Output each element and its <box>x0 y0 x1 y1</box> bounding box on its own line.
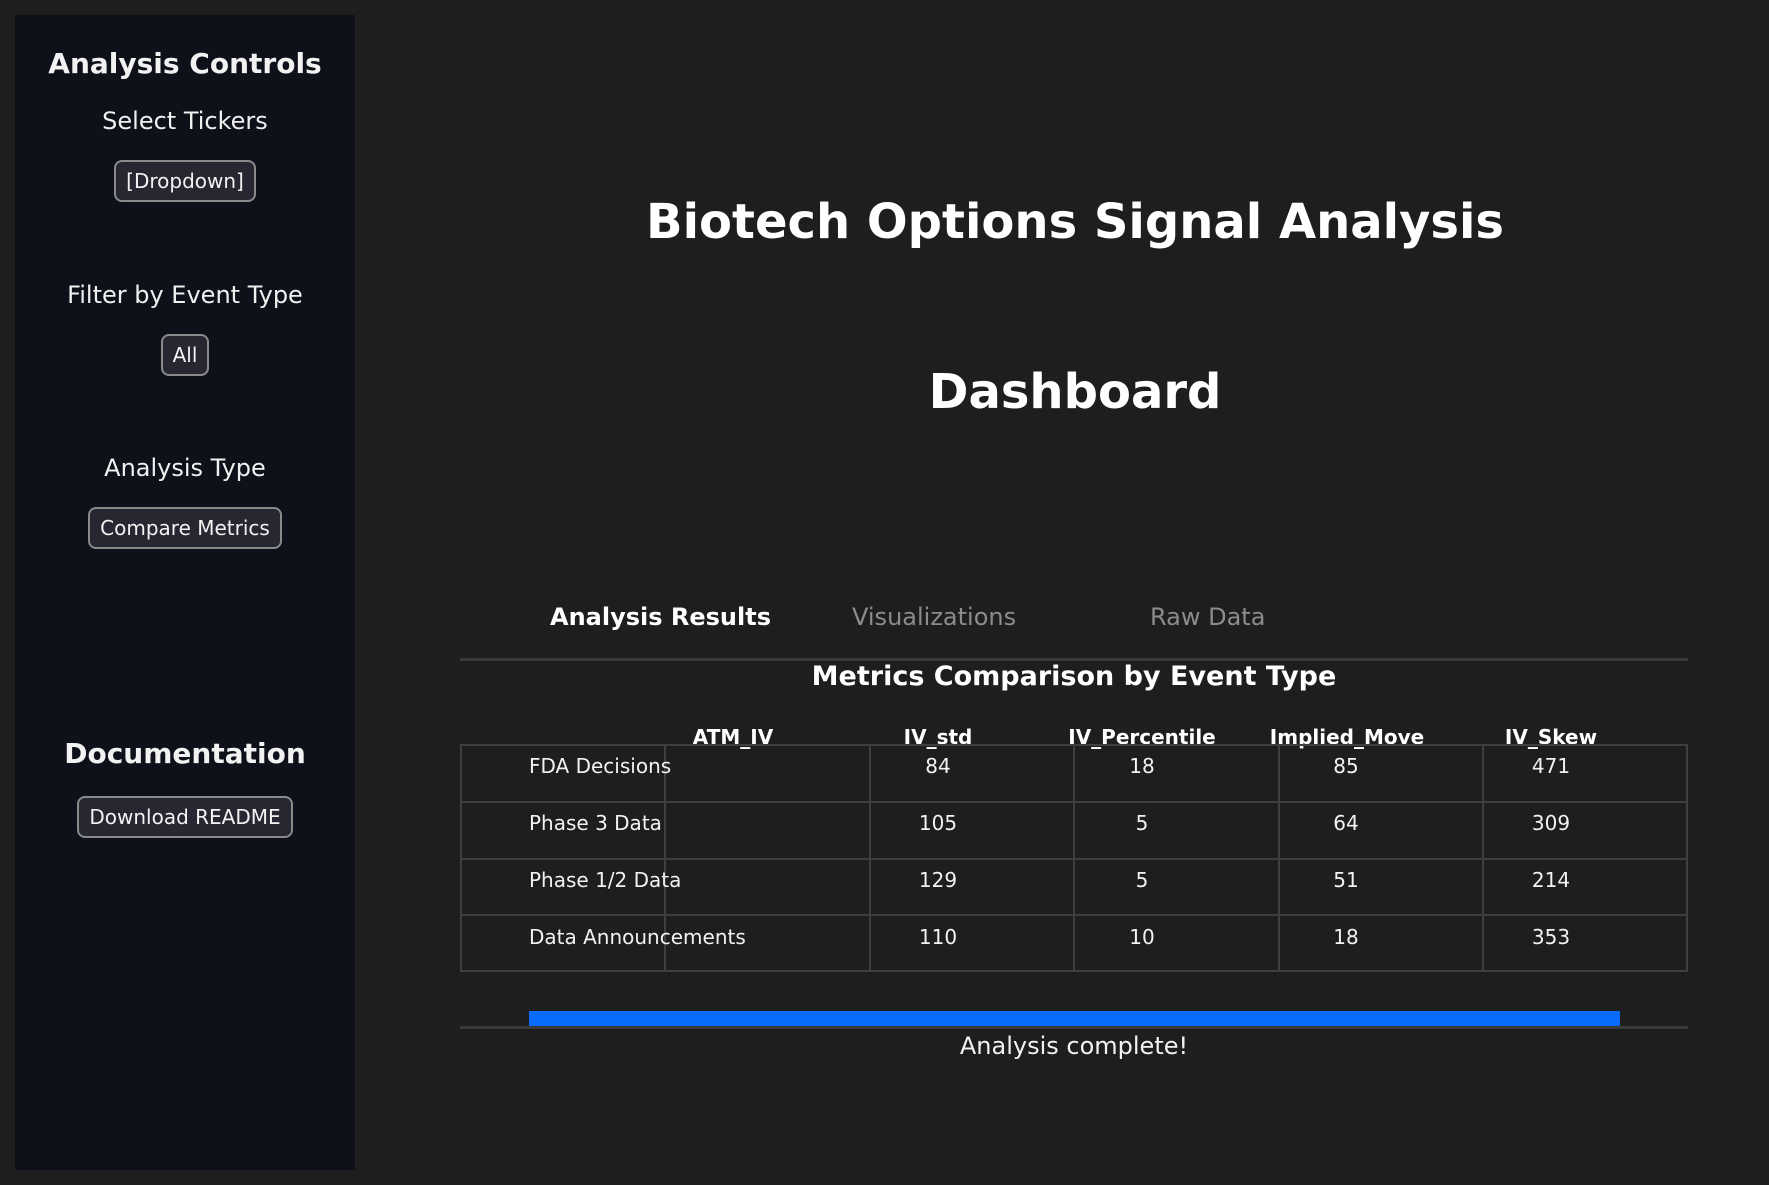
analysis-type-select[interactable]: Compare Metrics <box>88 507 282 549</box>
analysis-type-label: Analysis Type <box>104 454 266 482</box>
table-cell: 10 <box>1129 925 1155 949</box>
table-cell: 51 <box>1333 868 1359 892</box>
table-cell: 18 <box>1129 754 1155 778</box>
table-cell: 64 <box>1333 811 1359 835</box>
table-title: Metrics Comparison by Event Type <box>811 661 1337 692</box>
table-cell: 129 <box>918 868 958 892</box>
table-cell: 5 <box>1135 868 1149 892</box>
tab-raw-data[interactable]: Raw Data <box>1150 603 1265 631</box>
table-grid-line <box>869 744 871 972</box>
sidebar: Analysis Controls Select Tickers [Dropdo… <box>15 15 355 1170</box>
table-cell: 105 <box>918 811 958 835</box>
download-readme-button[interactable]: Download README <box>77 796 293 838</box>
event-type-label: Filter by Event Type <box>67 281 303 309</box>
bottom-divider <box>460 1026 1688 1029</box>
table-cell: 110 <box>918 925 958 949</box>
table-grid-line <box>1686 744 1688 972</box>
table-cell: 309 <box>1531 811 1571 835</box>
row-label: Phase 1/2 Data <box>529 868 682 892</box>
table-grid-line <box>1278 744 1280 972</box>
table-cell: 18 <box>1333 925 1359 949</box>
documentation-title: Documentation <box>64 737 306 770</box>
table-cell: 85 <box>1333 754 1359 778</box>
sidebar-title: Analysis Controls <box>48 47 322 80</box>
table-cell: 353 <box>1531 925 1571 949</box>
row-label: FDA Decisions <box>529 754 672 778</box>
table-cell: 471 <box>1531 754 1571 778</box>
tickers-dropdown[interactable]: [Dropdown] <box>114 160 256 202</box>
event-type-select[interactable]: All <box>160 334 210 376</box>
table-grid-line <box>1482 744 1484 972</box>
page-title-line2: Dashboard <box>928 364 1222 420</box>
page-title-line1: Biotech Options Signal Analysis <box>646 194 1504 250</box>
row-label: Phase 3 Data <box>529 811 662 835</box>
table-cell: 84 <box>925 754 951 778</box>
table-cell: 214 <box>1531 868 1571 892</box>
row-label: Data Announcements <box>529 925 746 949</box>
status-message: Analysis complete! <box>959 1032 1189 1060</box>
table-grid-line <box>460 744 462 972</box>
tab-visualizations[interactable]: Visualizations <box>852 603 1016 631</box>
table-grid-line <box>1073 744 1075 972</box>
tickers-label: Select Tickers <box>102 107 268 135</box>
tab-analysis-results[interactable]: Analysis Results <box>550 603 771 631</box>
table-cell: 5 <box>1135 811 1149 835</box>
